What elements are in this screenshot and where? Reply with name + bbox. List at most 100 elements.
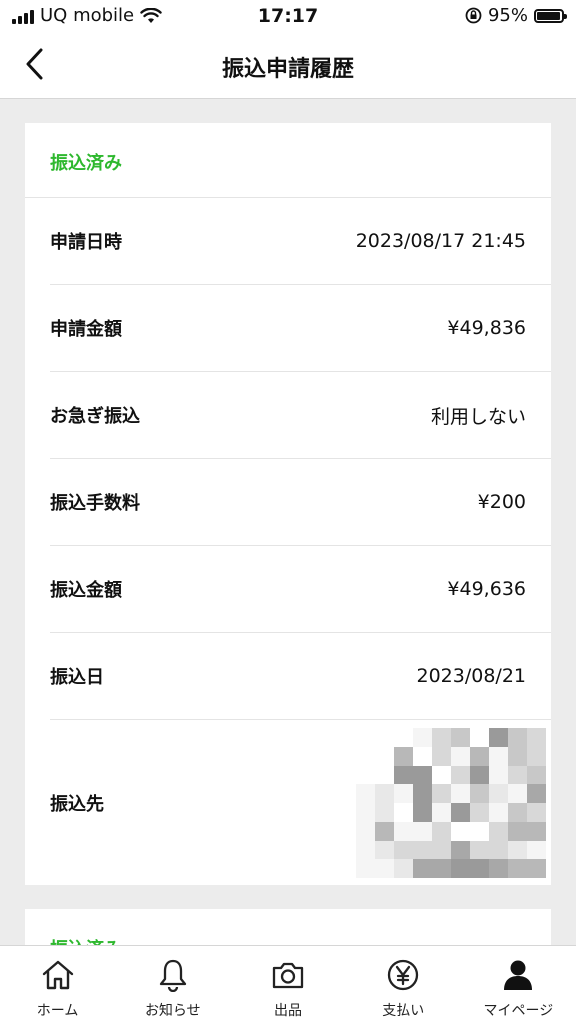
home-icon	[41, 958, 75, 992]
row-transfer-fee: 振込手数料 ¥200	[50, 459, 551, 546]
mosaic-cell	[470, 821, 489, 841]
tab-bar: ホーム お知らせ 出品 支払い マイページ	[0, 945, 576, 1025]
mosaic-cell	[470, 746, 489, 766]
mosaic-cell	[413, 821, 432, 841]
mosaic-cell	[508, 765, 527, 785]
row-label: 振込日	[50, 667, 104, 688]
row-value: 2023/08/21	[416, 665, 526, 687]
mosaic-cell	[451, 859, 470, 878]
person-icon	[501, 958, 535, 992]
row-value: ¥49,836	[447, 317, 526, 339]
mosaic-cell	[527, 821, 546, 841]
mosaic-cell	[470, 728, 489, 747]
navigation-bar: 振込申請履歴	[0, 32, 576, 99]
mosaic-cell	[527, 784, 546, 803]
row-value: 利用しない	[430, 405, 526, 428]
mosaic-cell	[375, 840, 394, 860]
mosaic-cell	[527, 765, 546, 785]
camera-icon	[271, 958, 305, 992]
mosaic-cell	[356, 784, 375, 803]
mosaic-cell	[356, 859, 375, 878]
mosaic-cell	[508, 859, 527, 878]
mosaic-cell	[375, 765, 394, 785]
mosaic-cell	[356, 746, 375, 766]
chevron-left-icon	[26, 48, 43, 80]
mosaic-cell	[432, 840, 451, 860]
mosaic-cell	[432, 859, 451, 878]
mosaic-cell	[375, 859, 394, 878]
tab-notifications[interactable]: お知らせ	[115, 946, 230, 1025]
mosaic-cell	[470, 840, 489, 860]
mosaic-cell	[489, 859, 508, 878]
tab-listing[interactable]: 出品	[230, 946, 345, 1025]
mosaic-cell	[432, 728, 451, 747]
tab-payment[interactable]: 支払い	[346, 946, 461, 1025]
orientation-lock-icon	[465, 7, 482, 24]
mosaic-cell	[394, 821, 413, 841]
mosaic-cell	[508, 821, 527, 841]
mosaic-cell	[451, 803, 470, 822]
mosaic-cell	[527, 859, 546, 878]
mosaic-cell	[489, 840, 508, 860]
mosaic-cell	[394, 784, 413, 803]
row-label: お急ぎ振込	[50, 406, 140, 427]
mosaic-cell	[489, 821, 508, 841]
mosaic-cell	[451, 784, 470, 803]
row-application-datetime: 申請日時 2023/08/17 21:45	[50, 198, 551, 285]
mosaic-cell	[451, 840, 470, 860]
tab-label: お知らせ	[144, 1003, 201, 1019]
tab-mypage[interactable]: マイページ	[461, 946, 576, 1025]
row-transfer-destination: 振込先	[50, 720, 551, 886]
mosaic-cell	[527, 840, 546, 860]
mosaic-cell	[508, 840, 527, 860]
row-value: ¥200	[477, 491, 526, 513]
mosaic-cell	[508, 728, 527, 747]
mosaic-cell	[413, 784, 432, 803]
status-right: 95%	[465, 5, 567, 26]
mosaic-cell	[356, 803, 375, 822]
mosaic-cell	[489, 728, 508, 747]
row-label: 振込金額	[50, 580, 122, 601]
mosaic-cell	[375, 821, 394, 841]
page-title: 振込申請履歴	[221, 57, 354, 82]
transfer-status: 振込済み	[25, 123, 551, 198]
mosaic-cell	[356, 840, 375, 860]
mosaic-cell	[394, 765, 413, 785]
mosaic-cell	[489, 803, 508, 822]
row-value: 2023/08/17 21:45	[355, 230, 526, 252]
mosaic-cell	[451, 765, 470, 785]
row-transfer-date: 振込日 2023/08/21	[50, 633, 551, 720]
row-label: 申請日時	[50, 232, 122, 253]
mosaic-cell	[375, 784, 394, 803]
mosaic-cell	[413, 859, 432, 878]
status-bar: UQ mobile 17:17 95%	[0, 0, 576, 32]
mosaic-cell	[356, 728, 375, 747]
mosaic-cell	[413, 728, 432, 747]
row-label: 申請金額	[50, 319, 122, 340]
mosaic-cell	[375, 803, 394, 822]
tab-label: 支払い	[382, 1003, 425, 1019]
redacted-destination	[356, 728, 546, 878]
row-label: 振込先	[50, 794, 104, 815]
battery-level	[537, 11, 560, 20]
mosaic-cell	[432, 784, 451, 803]
row-transfer-amount: 振込金額 ¥49,636	[50, 546, 551, 633]
tab-label: 出品	[274, 1003, 302, 1019]
mosaic-cell	[394, 803, 413, 822]
back-button[interactable]	[14, 44, 54, 84]
mosaic-cell	[489, 784, 508, 803]
mosaic-cell	[413, 840, 432, 860]
mosaic-cell	[489, 765, 508, 785]
row-express-transfer: お急ぎ振込 利用しない	[50, 372, 551, 459]
mosaic-cell	[508, 784, 527, 803]
row-label: 振込手数料	[50, 493, 140, 514]
mosaic-cell	[413, 803, 432, 822]
transfer-record-card: 振込済み 申請日時 2023/08/17 21:45 申請金額 ¥49,836 …	[25, 123, 551, 885]
tab-home[interactable]: ホーム	[0, 946, 115, 1025]
mosaic-cell	[375, 728, 394, 747]
mosaic-cell	[489, 746, 508, 766]
mosaic-cell	[470, 859, 489, 878]
mosaic-cell	[470, 784, 489, 803]
mosaic-cell	[451, 728, 470, 747]
battery-icon	[534, 8, 567, 23]
